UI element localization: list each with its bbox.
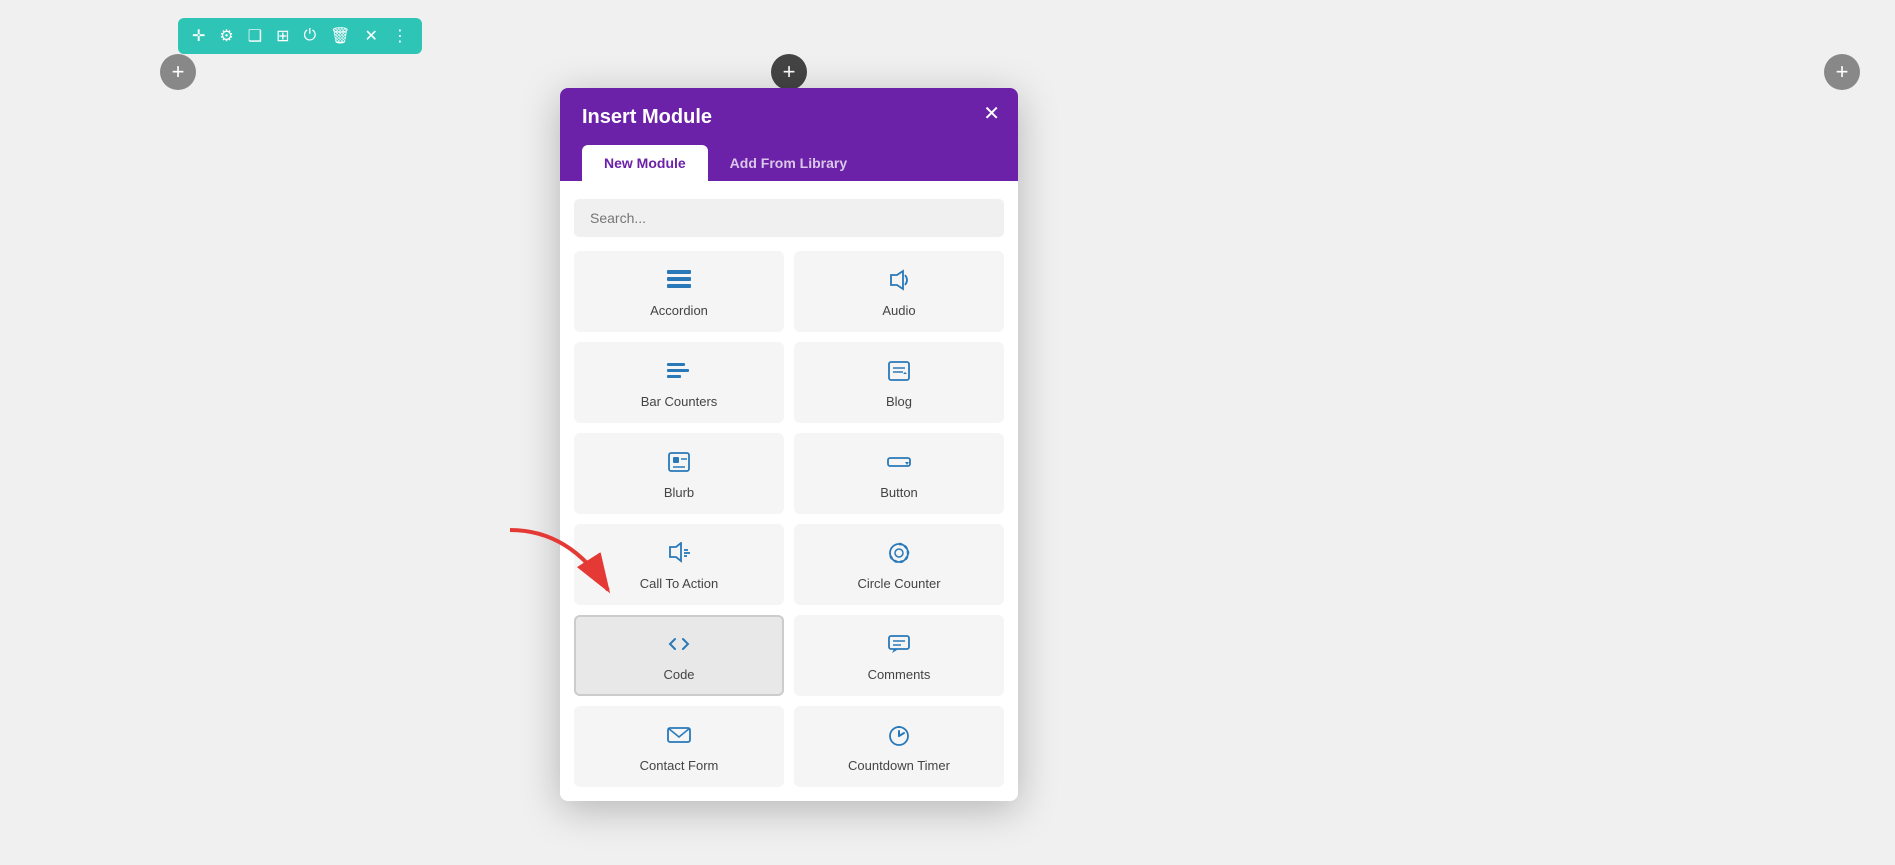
- comments-icon: [887, 633, 911, 659]
- grid-icon[interactable]: ⊞: [276, 26, 289, 46]
- modal-title: Insert Module: [582, 106, 996, 129]
- modal-body: Accordion Audio: [560, 181, 1018, 801]
- modal-tabs: New Module Add From Library: [582, 145, 996, 181]
- blurb-label: Blurb: [664, 485, 694, 500]
- circle-counter-label: Circle Counter: [857, 576, 940, 591]
- delete-icon[interactable]: 🗑: [330, 26, 350, 46]
- module-item-audio[interactable]: Audio: [794, 251, 1004, 332]
- code-label: Code: [663, 667, 694, 682]
- countdown-timer-label: Countdown Timer: [848, 758, 950, 773]
- module-item-comments[interactable]: Comments: [794, 615, 1004, 696]
- call-to-action-label: Call To Action: [640, 576, 719, 591]
- accordion-label: Accordion: [650, 303, 708, 318]
- button-icon: [886, 451, 912, 477]
- blog-icon: [887, 360, 911, 386]
- add-section-left-button[interactable]: +: [160, 54, 196, 90]
- module-item-blurb[interactable]: Blurb: [574, 433, 784, 514]
- blurb-icon: [667, 451, 691, 477]
- bar-counters-icon: [666, 360, 692, 386]
- audio-label: Audio: [882, 303, 915, 318]
- bar-counters-label: Bar Counters: [641, 394, 718, 409]
- contact-form-icon: [666, 724, 692, 750]
- module-item-button[interactable]: Button: [794, 433, 1004, 514]
- module-item-accordion[interactable]: Accordion: [574, 251, 784, 332]
- blog-label: Blog: [886, 394, 912, 409]
- countdown-timer-icon: [887, 724, 911, 750]
- tab-new-module[interactable]: New Module: [582, 145, 708, 181]
- module-item-contact-form[interactable]: Contact Form: [574, 706, 784, 787]
- move-icon[interactable]: ✛: [192, 26, 205, 46]
- module-item-circle-counter[interactable]: Circle Counter: [794, 524, 1004, 605]
- modal-close-button[interactable]: ✕: [983, 104, 1000, 124]
- tab-add-from-library[interactable]: Add From Library: [708, 145, 869, 181]
- add-section-top-button[interactable]: +: [771, 54, 807, 90]
- close-icon[interactable]: ✕: [364, 26, 377, 46]
- button-label: Button: [880, 485, 918, 500]
- settings-icon[interactable]: ⚙: [219, 26, 233, 46]
- module-item-bar-counters[interactable]: Bar Counters: [574, 342, 784, 423]
- module-item-countdown-timer[interactable]: Countdown Timer: [794, 706, 1004, 787]
- module-toolbar[interactable]: ✛ ⚙ ❑ ⊞ ⏻ 🗑 ✕ ⋮: [178, 18, 422, 54]
- module-item-code[interactable]: Code: [574, 615, 784, 696]
- insert-module-modal: Insert Module ✕ New Module Add From Libr…: [560, 88, 1018, 801]
- accordion-icon: [666, 269, 692, 295]
- module-grid: Accordion Audio: [574, 251, 1004, 787]
- contact-form-label: Contact Form: [640, 758, 719, 773]
- power-icon[interactable]: ⏻: [304, 27, 317, 45]
- comments-label: Comments: [868, 667, 931, 682]
- audio-icon: [887, 269, 911, 295]
- add-section-right-button[interactable]: +: [1824, 54, 1860, 90]
- code-icon: [666, 633, 692, 659]
- duplicate-icon[interactable]: ❑: [248, 26, 262, 46]
- modal-header: Insert Module ✕ New Module Add From Libr…: [560, 88, 1018, 181]
- module-item-blog[interactable]: Blog: [794, 342, 1004, 423]
- module-search-input[interactable]: [574, 199, 1004, 237]
- more-icon[interactable]: ⋮: [392, 26, 408, 46]
- call-to-action-icon: [666, 542, 692, 568]
- module-item-call-to-action[interactable]: Call To Action: [574, 524, 784, 605]
- circle-counter-icon: [887, 542, 911, 568]
